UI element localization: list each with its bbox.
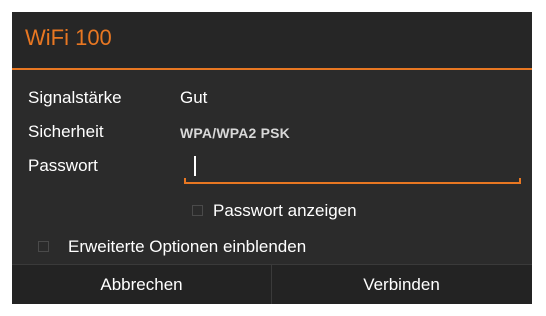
- security-value: WPA/WPA2 PSK: [180, 125, 290, 141]
- password-label: Passwort: [28, 156, 98, 175]
- title-bar: WiFi 100: [12, 12, 532, 70]
- advanced-options-checkbox[interactable]: [38, 241, 49, 252]
- wifi-dialog: WiFi 100 Signalstärke Gut Sicherheit WPA…: [12, 12, 532, 304]
- signal-strength-label: Signalstärke: [28, 88, 122, 107]
- security-label: Sicherheit: [28, 122, 104, 141]
- text-cursor: [194, 156, 196, 176]
- dialog-title: WiFi 100: [25, 25, 112, 50]
- dialog-footer: Abbrechen Verbinden: [12, 264, 532, 304]
- show-password-checkbox[interactable]: [192, 205, 203, 216]
- advanced-options-label: Erweiterte Optionen einblenden: [68, 237, 307, 256]
- show-password-label: Passwort anzeigen: [213, 201, 357, 220]
- cancel-button[interactable]: Abbrechen: [12, 265, 271, 304]
- password-input[interactable]: [184, 152, 521, 184]
- signal-strength-value: Gut: [180, 88, 208, 107]
- connect-button[interactable]: Verbinden: [272, 265, 531, 304]
